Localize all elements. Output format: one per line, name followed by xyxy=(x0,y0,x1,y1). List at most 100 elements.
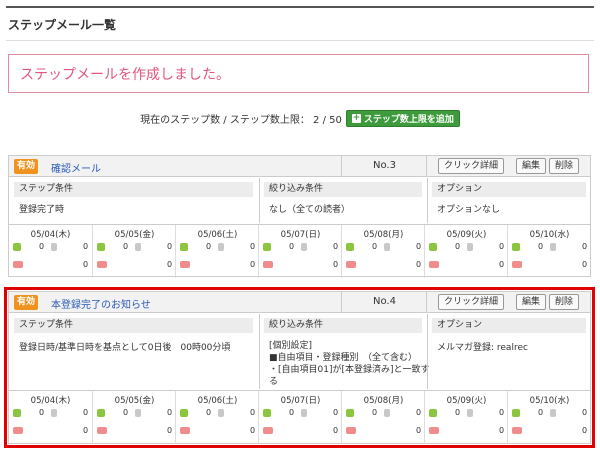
trash-icon xyxy=(467,409,473,417)
error-mail-icon xyxy=(512,427,522,434)
stats-date: 05/07(日) xyxy=(280,396,321,406)
stats-row-error: 0 xyxy=(508,260,591,273)
edit-button[interactable]: 編集 xyxy=(516,158,547,174)
mail-number: No.4 xyxy=(373,296,396,307)
stats-row-error: 0 xyxy=(259,426,342,439)
option-value: メルマガ登録: realrec xyxy=(437,343,528,353)
sent-icon xyxy=(263,243,271,251)
error-count: 0 xyxy=(582,426,588,435)
error-mail-icon xyxy=(346,427,356,434)
stats-row-error: 0 xyxy=(9,260,92,273)
step-mail-card-selected: 有効 本登録完了のお知らせ No.4 クリック詳細 編集 削除 ステップ条件 登… xyxy=(4,287,595,448)
sent-icon xyxy=(13,243,21,251)
trash-icon xyxy=(467,243,473,251)
add-step-limit-label: ステップ数上限を追加 xyxy=(363,115,454,125)
trash-icon xyxy=(218,243,224,251)
removed-count: 0 xyxy=(333,408,339,417)
header-divider xyxy=(341,156,342,177)
removed-count: 0 xyxy=(333,242,339,251)
stats-date: 05/08(月) xyxy=(363,396,404,406)
click-detail-button[interactable]: クリック詳細 xyxy=(438,294,505,310)
step-condition-header: ステップ条件 xyxy=(14,318,253,333)
stats-row-error: 0 xyxy=(425,260,508,273)
error-count: 0 xyxy=(167,426,173,435)
click-detail-button[interactable]: クリック詳細 xyxy=(438,158,505,174)
trash-icon xyxy=(550,409,556,417)
daily-stats-cell: 05/08(月) 0 0 0 xyxy=(341,391,424,444)
error-mail-icon xyxy=(429,427,439,434)
stats-row-delivery: 00 xyxy=(342,408,425,421)
error-count: 0 xyxy=(83,260,89,269)
step-condition-value: 登録日時/基準日時を基点として0日後 00時00分頃 xyxy=(19,343,231,353)
sent-count: 0 xyxy=(123,242,129,251)
stats-date: 05/10(水) xyxy=(529,396,570,406)
removed-count: 0 xyxy=(582,408,588,417)
trash-icon xyxy=(218,409,224,417)
success-message-text: ステップメールを作成しました。 xyxy=(20,67,230,83)
error-mail-icon xyxy=(13,261,23,268)
filter-condition-header: 絞り込み条件 xyxy=(264,182,422,197)
stats-row-delivery: 00 xyxy=(9,242,92,255)
daily-stats-cell: 05/10(水) 0 0 0 xyxy=(507,225,590,278)
mail-name-link[interactable]: 本登録完了のお知らせ xyxy=(51,296,151,311)
stats-date: 05/07(日) xyxy=(280,230,321,240)
daily-stats-grid: 05/04(木) 0 0 0 05/05(金) 0 0 0 05/06(土) 0 0 0 05/07(日… xyxy=(9,390,591,444)
sent-count: 0 xyxy=(39,408,45,417)
trash-icon xyxy=(135,243,141,251)
sent-icon xyxy=(97,243,105,251)
sent-icon xyxy=(180,409,188,417)
error-count: 0 xyxy=(499,260,505,269)
add-step-limit-button[interactable]: + ステップ数上限を追加 xyxy=(345,110,460,127)
sent-count: 0 xyxy=(538,242,544,251)
stats-row-delivery: 00 xyxy=(425,408,508,421)
plus-icon: + xyxy=(351,113,361,123)
error-count: 0 xyxy=(250,260,256,269)
daily-stats-cell: 05/09(火) 0 0 0 xyxy=(424,391,507,444)
filter-condition-line: ・[自由項目01]が[本登録済み]と一致す xyxy=(269,365,430,375)
stats-row-error: 0 xyxy=(259,260,342,273)
error-count: 0 xyxy=(416,426,422,435)
mail-name-link[interactable]: 確認メール xyxy=(51,160,101,175)
delete-button[interactable]: 削除 xyxy=(549,158,580,174)
status-badge: 有効 xyxy=(14,295,39,310)
error-mail-icon xyxy=(97,427,107,434)
removed-count: 0 xyxy=(83,242,89,251)
stats-date: 05/04(木) xyxy=(30,396,71,406)
stats-row-delivery: 00 xyxy=(425,242,508,255)
error-mail-icon xyxy=(263,261,273,268)
error-mail-icon xyxy=(13,427,23,434)
stats-row-error: 0 xyxy=(93,426,176,439)
trash-icon xyxy=(384,243,390,251)
trash-icon xyxy=(51,243,57,251)
removed-count: 0 xyxy=(416,242,422,251)
stats-row-error: 0 xyxy=(9,426,92,439)
stats-row-error: 0 xyxy=(176,260,259,273)
removed-count: 0 xyxy=(582,242,588,251)
sent-icon xyxy=(263,409,271,417)
trash-icon xyxy=(384,409,390,417)
edit-button[interactable]: 編集 xyxy=(516,294,547,310)
stats-date: 05/10(水) xyxy=(529,230,570,240)
daily-stats-cell: 05/04(木) 0 0 0 xyxy=(9,391,92,444)
removed-count: 0 xyxy=(499,242,505,251)
delete-button[interactable]: 削除 xyxy=(549,294,580,310)
step-count-text: 現在のステップ数 / ステップ数上限： 2 / 50 xyxy=(140,115,342,126)
daily-stats-grid: 05/04(木) 0 0 0 05/05(金) 0 0 0 05/06(土) 0 0 0 05/07(日… xyxy=(9,224,590,278)
error-mail-icon xyxy=(97,261,107,268)
error-mail-icon xyxy=(512,261,522,268)
sent-icon xyxy=(13,409,21,417)
removed-count: 0 xyxy=(167,408,173,417)
error-count: 0 xyxy=(416,260,422,269)
card-header: 有効 本登録完了のお知らせ No.4 クリック詳細 編集 削除 xyxy=(9,292,590,313)
error-count: 0 xyxy=(83,426,89,435)
sent-icon xyxy=(512,409,520,417)
sent-count: 0 xyxy=(538,408,544,417)
sent-count: 0 xyxy=(289,408,295,417)
daily-stats-cell: 05/07(日) 0 0 0 xyxy=(258,391,341,444)
stats-row-delivery: 00 xyxy=(508,408,591,421)
option-header: オプション xyxy=(432,318,586,333)
stats-row-error: 0 xyxy=(93,260,176,273)
stats-row-delivery: 00 xyxy=(176,408,259,421)
sent-count: 0 xyxy=(455,242,461,251)
column-divider xyxy=(259,314,260,389)
